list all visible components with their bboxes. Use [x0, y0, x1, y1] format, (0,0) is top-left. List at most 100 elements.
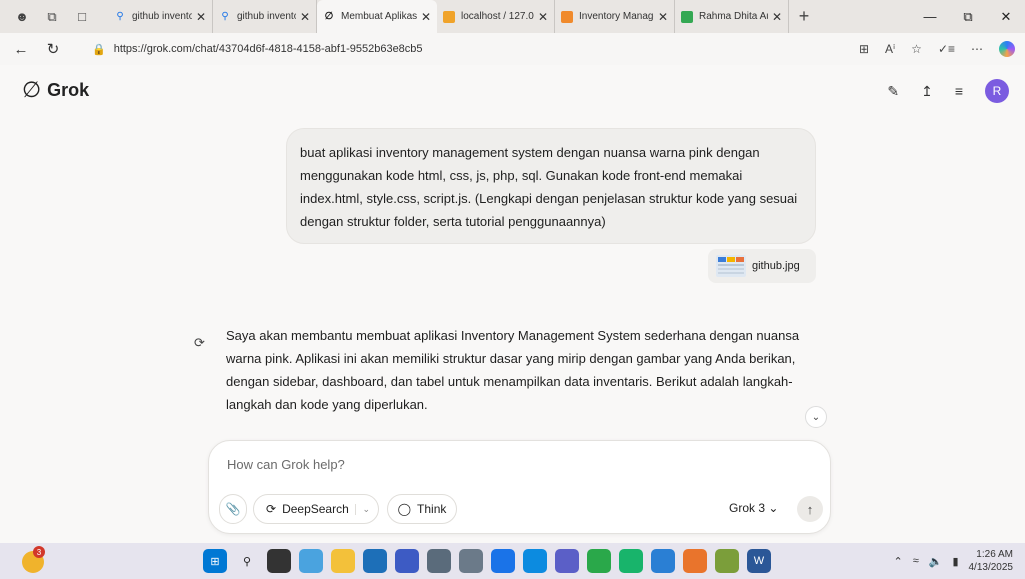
chevron-down-icon: ⌄ — [768, 501, 779, 515]
more-menu-icon[interactable]: ⋯ — [971, 42, 983, 56]
favorites-bar-icon[interactable]: ✓≡ — [938, 42, 955, 56]
browser-tab[interactable]: ⚲ github inventory ✕ — [213, 0, 317, 33]
teams-icon[interactable] — [555, 549, 579, 573]
phpmyadmin-icon — [443, 10, 455, 23]
clock-time: 1:26 AM — [976, 549, 1013, 560]
weather-widget-icon[interactable]: 3 — [22, 546, 45, 573]
image-thumbnail-icon — [716, 255, 746, 277]
tab-title: Membuat Aplikasi — [341, 11, 417, 22]
battery-icon[interactable]: ▮ — [952, 555, 958, 568]
word-icon[interactable]: W — [747, 549, 771, 573]
favorite-star-icon[interactable]: ☆ — [911, 42, 922, 56]
xampp-icon — [561, 10, 573, 23]
vscode-icon[interactable] — [651, 549, 675, 573]
address-bar-row: ← ↻ 🔒 https://grok.com/chat/43704d6f-481… — [0, 33, 1025, 65]
browser-tab[interactable]: Inventory Manage ✕ — [555, 0, 675, 33]
browser-tab-strip: ☻ ⧉ □ ⚲ github inventory ✕ ⚲ github inventor… — [0, 0, 1025, 33]
new-tab-button[interactable]: + — [789, 6, 819, 27]
camera-icon[interactable] — [427, 549, 451, 573]
think-button[interactable]: ◯ Think — [387, 494, 457, 524]
browser-tab[interactable]: localhost / 127.0.0 ✕ — [437, 0, 555, 33]
whatsapp-icon[interactable] — [587, 549, 611, 573]
new-chat-icon[interactable]: ✎ — [887, 83, 899, 100]
app-name: Grok — [47, 79, 90, 100]
photos-icon[interactable] — [395, 549, 419, 573]
task-view-icon[interactable] — [267, 549, 291, 573]
regenerate-icon[interactable]: ⟳ — [194, 335, 205, 351]
browser-tab[interactable]: ⚲ github inventory ✕ — [108, 0, 213, 33]
attachment-chip[interactable]: github.jpg — [708, 249, 816, 283]
search-icon: ⚲ — [221, 11, 229, 22]
close-tab-icon[interactable]: ✕ — [196, 10, 206, 24]
browser-tab[interactable]: Rahma Dhita Auli ✕ — [675, 0, 789, 33]
grok-icon: ∅ — [324, 11, 334, 22]
tab-title: github inventory — [132, 11, 192, 22]
tray-chevron-up-icon[interactable]: ⌃ — [893, 555, 902, 568]
paint-icon[interactable] — [715, 549, 739, 573]
url-text: https://grok.com/chat/43704d6f-4818-4158… — [113, 43, 423, 55]
file-explorer-icon[interactable] — [331, 549, 355, 573]
refresh-icon[interactable]: ↻ — [42, 40, 64, 58]
workspaces-icon[interactable]: ⧉ — [44, 9, 60, 25]
attach-button[interactable]: 📎 — [219, 494, 247, 524]
grok-page: ∅ Grok ✎ ↥ ≡ R buat aplikasi inventory m… — [0, 65, 1025, 543]
deepsearch-label: DeepSearch — [282, 502, 349, 516]
xampp-icon[interactable] — [683, 549, 707, 573]
close-tab-icon[interactable]: ✕ — [300, 10, 310, 24]
widgets-icon[interactable] — [299, 549, 323, 573]
restore-button[interactable]: ⧉ — [949, 0, 987, 33]
browser-tab[interactable]: ∅ Membuat Aplikasi ✕ — [317, 0, 437, 33]
avatar[interactable]: R — [985, 79, 1009, 103]
message-input[interactable]: How can Grok help? — [227, 457, 345, 472]
lock-icon: 🔒 — [92, 43, 106, 56]
close-tab-icon[interactable]: ✕ — [538, 10, 548, 24]
assistant-message: Saya akan membantu membuat aplikasi Inve… — [226, 328, 800, 412]
maps-icon[interactable] — [491, 549, 515, 573]
composer: How can Grok help? 📎 ⟳ DeepSearch ⌄ ◯ Th… — [208, 440, 831, 534]
messenger-icon[interactable] — [619, 549, 643, 573]
notification-badge: 3 — [33, 546, 45, 558]
share-icon[interactable]: ↥ — [921, 83, 933, 100]
drive-icon — [681, 10, 693, 23]
grok-logo[interactable]: ∅ Grok — [22, 77, 89, 103]
tab-title: localhost / 127.0.0 — [461, 11, 534, 22]
model-label: Grok 3 — [729, 501, 766, 515]
search-icon: ⚲ — [116, 11, 124, 22]
profile-icon[interactable]: ☻ — [14, 9, 30, 25]
deepsearch-button[interactable]: ⟳ DeepSearch ⌄ — [253, 494, 379, 524]
close-tab-icon[interactable]: ✕ — [421, 10, 431, 24]
lightbulb-icon: ◯ — [397, 502, 412, 516]
close-tab-icon[interactable]: ✕ — [658, 10, 668, 24]
close-tab-icon[interactable]: ✕ — [772, 10, 782, 24]
attachment-name: github.jpg — [752, 260, 800, 272]
clock[interactable]: 1:26 AM 4/13/2025 — [969, 548, 1014, 574]
tab-actions-icon[interactable]: □ — [74, 9, 90, 25]
history-icon[interactable]: ≡ — [955, 83, 963, 99]
edge-icon[interactable] — [523, 549, 547, 573]
search-icon[interactable]: ⚲ — [235, 549, 259, 573]
model-selector[interactable]: Grok 3 ⌄ — [729, 501, 778, 515]
store-icon[interactable] — [363, 549, 387, 573]
app-grid-icon[interactable]: ⊞ — [859, 42, 869, 56]
clock-date: 4/13/2025 — [968, 562, 1014, 573]
minimize-button[interactable]: — — [911, 0, 949, 33]
scroll-down-button[interactable]: ⌄ — [805, 406, 827, 428]
chevron-down-icon[interactable]: ⌄ — [355, 503, 370, 515]
copilot-icon[interactable] — [999, 41, 1015, 57]
close-window-button[interactable]: ✕ — [987, 0, 1025, 33]
read-aloud-icon[interactable]: Aⁱ — [885, 42, 895, 56]
think-label: Think — [417, 502, 447, 516]
start-button[interactable]: ⊞ — [203, 549, 227, 573]
grok-logo-icon: ∅ — [22, 77, 42, 102]
url-field[interactable]: 🔒 https://grok.com/chat/43704d6f-4818-41… — [92, 37, 852, 61]
user-message: buat aplikasi inventory management syste… — [286, 128, 816, 244]
wifi-icon[interactable]: ≈ — [913, 555, 919, 567]
calculator-icon[interactable] — [459, 549, 483, 573]
tab-title: Rahma Dhita Auli — [699, 11, 768, 22]
volume-icon[interactable]: 🔈 — [929, 555, 943, 568]
send-button[interactable]: ↑ — [797, 496, 823, 522]
tab-title: Inventory Manage — [579, 11, 654, 22]
deepsearch-icon: ⟳ — [266, 502, 277, 516]
tab-title: github inventory — [237, 11, 296, 22]
back-icon[interactable]: ← — [10, 41, 32, 58]
